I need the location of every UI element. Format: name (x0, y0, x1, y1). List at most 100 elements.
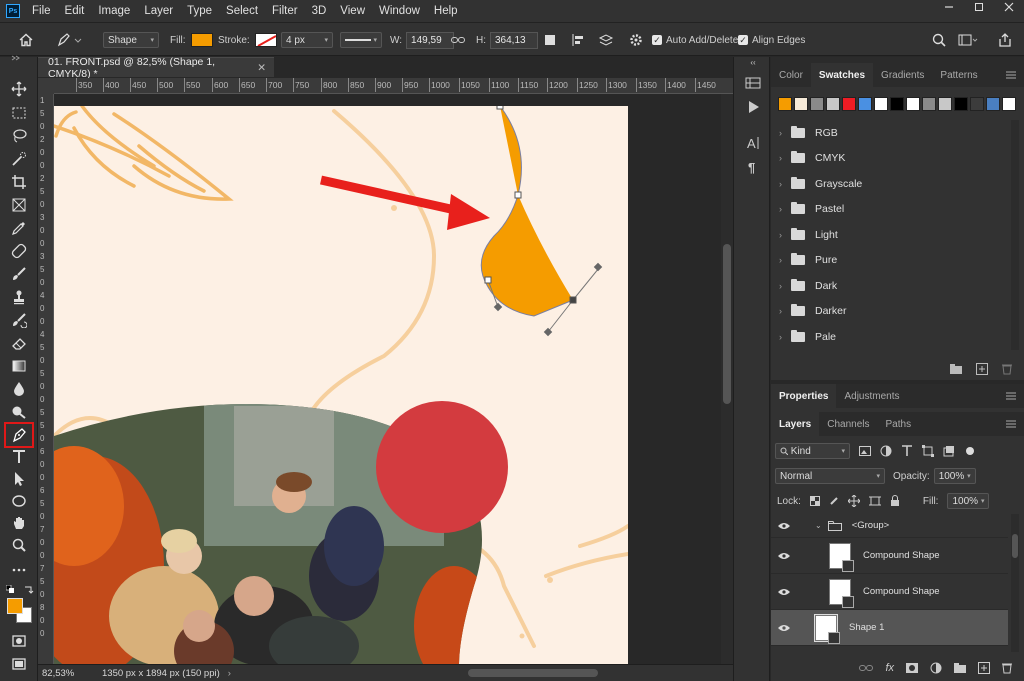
swatch-folder[interactable]: › Light (771, 222, 1005, 248)
stroke-width-field[interactable]: 4 px ▾ (281, 32, 333, 48)
filter-adjustment-icon[interactable] (880, 445, 892, 457)
tab-channels[interactable]: Channels (819, 412, 877, 436)
fill-color-swatch[interactable] (190, 33, 213, 47)
width-field[interactable]: 149,59 (406, 31, 455, 49)
layer-row-shape-1[interactable]: Shape 1 (771, 610, 1008, 646)
status-arrow-icon[interactable]: › (228, 668, 231, 679)
more-tools-icon[interactable] (9, 560, 29, 580)
ellipse-tool-icon[interactable] (9, 491, 29, 511)
tab-patterns[interactable]: Patterns (932, 63, 985, 87)
character-panel-icon[interactable]: A (743, 133, 763, 153)
lasso-tool-icon[interactable] (9, 126, 29, 146)
tab-paths[interactable]: Paths (878, 412, 920, 436)
chevron-right-icon[interactable]: › (779, 153, 791, 163)
visibility-eye-icon[interactable] (771, 522, 797, 530)
layer-row-compound-shape[interactable]: Compound Shape (771, 538, 1008, 574)
tab-gradients[interactable]: Gradients (873, 63, 932, 87)
lock-transparent-icon[interactable] (809, 496, 820, 506)
vertical-scrollbar[interactable] (721, 94, 733, 664)
menu-window[interactable]: Window (379, 5, 420, 17)
quick-mask-icon[interactable] (9, 631, 29, 651)
swatch-folder[interactable]: › CMYK (771, 146, 1005, 172)
swatch-6[interactable] (874, 97, 888, 111)
gradient-tool-icon[interactable] (9, 356, 29, 376)
swatch-folder[interactable]: › Grayscale (771, 171, 1005, 197)
menu-help[interactable]: Help (434, 5, 458, 17)
layer-filter-dropdown[interactable]: Kind ▾ (775, 443, 850, 459)
adjustment-layer-icon[interactable] (930, 662, 942, 674)
drop-shape-layer[interactable] (480, 106, 603, 337)
panel-menu-icon[interactable] (1006, 63, 1016, 87)
path-alignment-icon[interactable] (571, 23, 587, 57)
swatch-2[interactable] (810, 97, 824, 111)
restore-icon[interactable] (964, 0, 994, 14)
tab-layers[interactable]: Layers (771, 412, 820, 436)
stroke-color-swatch[interactable] (254, 33, 277, 47)
crop-tool-icon[interactable] (9, 172, 29, 192)
swatch-7[interactable] (890, 97, 904, 111)
minimize-icon[interactable] (934, 0, 964, 14)
eyedropper-tool-icon[interactable] (9, 218, 29, 238)
swatch-14[interactable] (1002, 97, 1016, 111)
lock-position-icon[interactable] (847, 495, 860, 507)
panel-menu-icon[interactable] (1006, 412, 1016, 436)
menu-type[interactable]: Type (187, 5, 212, 17)
close-icon[interactable] (994, 0, 1024, 14)
swatch-12[interactable] (970, 97, 984, 111)
zoom-tool-icon[interactable] (9, 535, 29, 555)
tab-color[interactable]: Color (771, 63, 811, 87)
paragraph-panel-icon[interactable]: ¶ (743, 157, 763, 177)
swatch-folder[interactable]: › RGB (771, 120, 1005, 146)
swatch-folder[interactable]: › Darker (771, 299, 1005, 325)
screen-mode-icon[interactable] (9, 654, 29, 674)
pen-tool-icon[interactable] (4, 422, 34, 448)
swatch-13[interactable] (986, 97, 1000, 111)
path-operations-icon[interactable] (543, 23, 557, 57)
swatch-folder[interactable]: › Pure (771, 248, 1005, 274)
swatch-9[interactable] (922, 97, 936, 111)
frame-tool-icon[interactable] (9, 195, 29, 215)
horizontal-scrollbar[interactable] (468, 669, 598, 677)
height-field[interactable]: 364,13 (490, 31, 538, 49)
menu-layer[interactable]: Layer (144, 5, 173, 17)
chevron-right-icon[interactable]: › (779, 128, 791, 138)
menu-select[interactable]: Select (226, 5, 258, 17)
menu-file[interactable]: File (32, 5, 51, 17)
close-document-icon[interactable]: ✕ (257, 62, 266, 74)
swatch-10[interactable] (938, 97, 952, 111)
panel-menu-icon[interactable] (1006, 384, 1016, 408)
blur-tool-icon[interactable] (9, 379, 29, 399)
chevron-right-icon[interactable]: › (779, 230, 791, 240)
share-icon[interactable] (998, 23, 1012, 57)
filter-shape-icon[interactable] (922, 445, 934, 457)
gear-icon[interactable] (629, 23, 643, 57)
chevron-right-icon[interactable]: › (779, 179, 791, 189)
collapse-toolbar-icon[interactable] (9, 55, 29, 69)
link-layers-icon[interactable] (859, 664, 874, 672)
swatch-folder[interactable]: › Pale (771, 324, 1005, 350)
history-brush-tool-icon[interactable] (9, 310, 29, 330)
visibility-eye-icon[interactable] (771, 624, 797, 632)
swap-colors-icon[interactable] (24, 584, 34, 594)
path-selection-tool-icon[interactable] (9, 469, 29, 489)
actions-panel-icon[interactable] (743, 97, 763, 117)
blend-mode-dropdown[interactable]: Normal ▾ (775, 468, 885, 484)
menu-edit[interactable]: Edit (65, 5, 85, 17)
swatch-0[interactable] (778, 97, 792, 111)
layer-row-group[interactable]: ⌄ <Group> (771, 514, 1008, 538)
home-icon[interactable] (18, 23, 34, 57)
chevron-right-icon[interactable]: › (779, 281, 791, 291)
fill-opacity-field[interactable]: 100% ▾ (947, 493, 990, 509)
menu-view[interactable]: View (340, 5, 365, 17)
align-edges-checkbox[interactable]: ✓ (738, 35, 748, 45)
lock-artboard-icon[interactable] (868, 495, 881, 507)
hand-tool-icon[interactable] (9, 513, 29, 533)
new-swatch-icon[interactable] (976, 363, 988, 375)
expand-panels-icon[interactable]: ‹‹ (743, 57, 763, 67)
swatch-folder[interactable]: › Dark (771, 273, 1005, 299)
menu-image[interactable]: Image (98, 5, 130, 17)
workspace-icon[interactable] (958, 23, 978, 57)
lock-all-icon[interactable] (890, 495, 900, 507)
chevron-right-icon[interactable]: › (779, 332, 791, 342)
default-colors-icon[interactable] (6, 585, 14, 593)
